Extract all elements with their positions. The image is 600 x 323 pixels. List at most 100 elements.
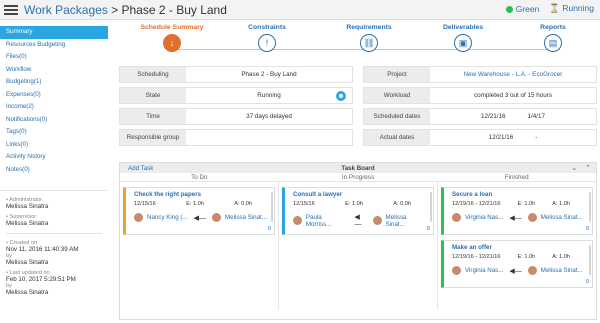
owner-link[interactable]: Melissa Sinat...	[541, 267, 583, 274]
actual-end: -	[535, 134, 538, 141]
link-icon: ⛓	[360, 34, 378, 52]
time-field: Time 37 days delayed	[119, 108, 353, 125]
sidebar-item-activity-history[interactable]: Activity history	[0, 151, 108, 164]
health-status[interactable]: Green	[505, 4, 539, 14]
comment-count: 0	[267, 226, 271, 232]
scheduled-start: 12/21/16	[480, 113, 506, 120]
responsible-group-field: Responsible group	[119, 129, 353, 146]
state-toggle[interactable]	[336, 91, 346, 101]
created-by: Melissa Sinatra	[6, 259, 49, 266]
actual-start: 12/21/16	[488, 134, 514, 141]
ownership-info: • Administrator Melissa Sinatra • Superv…	[0, 190, 108, 296]
menu-icon[interactable]	[4, 4, 18, 15]
sidebar-item-resources-budgeting[interactable]: Resources Budgeting	[0, 39, 108, 52]
sidebar-item-workflow[interactable]: Workflow	[0, 64, 108, 77]
briefcase-icon: ▣	[454, 34, 472, 52]
sidebar: Summary Resources Budgeting Files(0) Wor…	[0, 26, 108, 323]
sidebar-item-notifications[interactable]: Notifications(0)	[0, 114, 108, 127]
task-board-header: Add Task Task Board ⌄ ⌃	[120, 163, 596, 173]
state-status[interactable]: ⌛ Running	[549, 3, 594, 14]
step-constraints[interactable]: Constraints !	[222, 24, 312, 52]
step-navigation: Schedule Summary ↓ Constraints ! Require…	[115, 22, 600, 62]
assignee-link[interactable]: Virginia Nas...	[465, 214, 503, 221]
page-title: Phase 2 - Buy Land	[121, 2, 227, 17]
left-arrow-icon: ◀—	[354, 214, 362, 228]
avatar	[452, 266, 461, 275]
chevron-down-icon[interactable]: ⌄	[571, 164, 577, 172]
left-arrow-icon: ◀—	[193, 214, 206, 222]
administrator-name: Melissa Sinatra	[6, 203, 49, 210]
sidebar-nav: Summary Resources Budgeting Files(0) Wor…	[0, 26, 108, 176]
audit-info: • Created on Nov 11, 2016 11:40:39 AM by…	[6, 233, 102, 296]
owner-link[interactable]: Melissa Sinat...	[386, 214, 427, 228]
task-title[interactable]: Consult a lawyer	[293, 191, 427, 198]
chevron-up-icon[interactable]: ⌃	[585, 164, 591, 172]
owner-link[interactable]: Melissa Sinat...	[541, 214, 583, 221]
task-board-title: Task Board	[341, 165, 375, 172]
sidebar-item-expenses[interactable]: Expenses(0)	[0, 89, 108, 102]
card-scrollbar[interactable]	[430, 192, 432, 222]
task-card[interactable]: Secure a loan 12/19/16 - 12/21/16 E: 1.0h…	[441, 187, 593, 235]
status-area: Green ⌛ Running	[505, 3, 600, 14]
assignee-link[interactable]: Virginia Nas...	[465, 267, 503, 274]
task-card[interactable]: Check the right papers 12/15/16 E: 1.0h A:…	[123, 187, 275, 235]
comment-count: 0	[585, 279, 589, 285]
sidebar-item-income[interactable]: Income(2)	[0, 101, 108, 114]
state-field: State Running	[119, 87, 353, 104]
breadcrumb-work-packages[interactable]: Work Packages	[24, 3, 108, 17]
step-schedule-summary[interactable]: Schedule Summary ↓	[127, 24, 217, 52]
owner-link[interactable]: Melissa Sinat...	[225, 214, 267, 221]
project-field: Project New Warehouse - L.A. - EcoGrocer	[363, 66, 597, 83]
board-columns: To Do In Progress Finished	[120, 173, 596, 182]
task-title[interactable]: Check the right papers	[134, 191, 268, 198]
left-arrow-icon: ◀—	[509, 214, 522, 222]
task-card[interactable]: Make an offer 12/19/16 - 12/21/16 E: 1.0h…	[441, 240, 593, 288]
avatar	[452, 213, 461, 222]
card-scrollbar[interactable]	[589, 245, 591, 275]
comment-count: 0	[585, 226, 589, 232]
avatar	[527, 266, 537, 275]
sidebar-item-tags[interactable]: Tags(0)	[0, 126, 108, 139]
sidebar-item-summary[interactable]: Summary	[0, 26, 108, 39]
info-grid: Scheduling Phase 2 - Buy Land Project Ne…	[119, 66, 597, 150]
sidebar-item-files[interactable]: Files(0)	[0, 51, 108, 64]
scheduled-end: 1/4/17	[527, 113, 546, 120]
assignee-link[interactable]: Nancy King (...	[147, 214, 188, 221]
step-requirements[interactable]: Requirements ⛓	[324, 24, 414, 52]
sidebar-item-notes[interactable]: Notes(0)	[0, 164, 108, 177]
board-controls: ⌄ ⌃	[571, 164, 591, 172]
column-finished: Finished	[504, 174, 529, 181]
sidebar-item-links[interactable]: Links(0)	[0, 139, 108, 152]
step-deliverables[interactable]: Deliverables ▣	[418, 24, 508, 52]
green-dot-icon	[505, 5, 513, 13]
task-card[interactable]: Consult a lawyer 12/15/16 E: 1.0h A: 0.0h …	[282, 187, 434, 235]
workload-field: Workload completed 3 out of 15 hours	[363, 87, 597, 104]
lane-finished: Secure a loan 12/19/16 - 12/21/16 E: 1.0h…	[438, 182, 596, 310]
card-scrollbar[interactable]	[271, 192, 273, 222]
exclamation-icon: !	[258, 34, 276, 52]
breadcrumb-separator: >	[107, 2, 122, 17]
download-arrow-icon: ↓	[163, 34, 181, 52]
main-content: Schedule Summary ↓ Constraints ! Require…	[115, 22, 600, 323]
project-link[interactable]: New Warehouse - L.A. - EcoGrocer	[464, 71, 563, 78]
avatar	[134, 213, 143, 222]
supervisor-name: Melissa Sinatra	[6, 220, 49, 227]
avatar	[293, 216, 302, 225]
card-scrollbar[interactable]	[589, 192, 591, 222]
hourglass-icon: ⌛	[549, 3, 560, 13]
column-in-progress: In Progress	[341, 174, 375, 181]
avatar	[211, 213, 221, 222]
lane-todo: Check the right papers 12/15/16 E: 1.0h A:…	[120, 182, 279, 310]
scheduling-field: Scheduling Phase 2 - Buy Land	[119, 66, 353, 83]
avatar	[372, 216, 382, 225]
avatar	[527, 213, 537, 222]
task-board: Add Task Task Board ⌄ ⌃ To Do In Progres…	[119, 162, 597, 320]
assignee-link[interactable]: Paula Morriss...	[306, 214, 348, 228]
step-reports[interactable]: Reports ▤	[508, 24, 598, 52]
clipboard-icon: ▤	[544, 34, 562, 52]
sidebar-item-budgeting[interactable]: Budgeting(1)	[0, 76, 108, 89]
left-arrow-icon: ◀—	[509, 267, 522, 275]
updated-date: Feb 10, 2017 5:29:51 PM	[6, 276, 76, 283]
task-title[interactable]: Make an offer	[452, 244, 586, 251]
task-title[interactable]: Secure a loan	[452, 191, 586, 198]
